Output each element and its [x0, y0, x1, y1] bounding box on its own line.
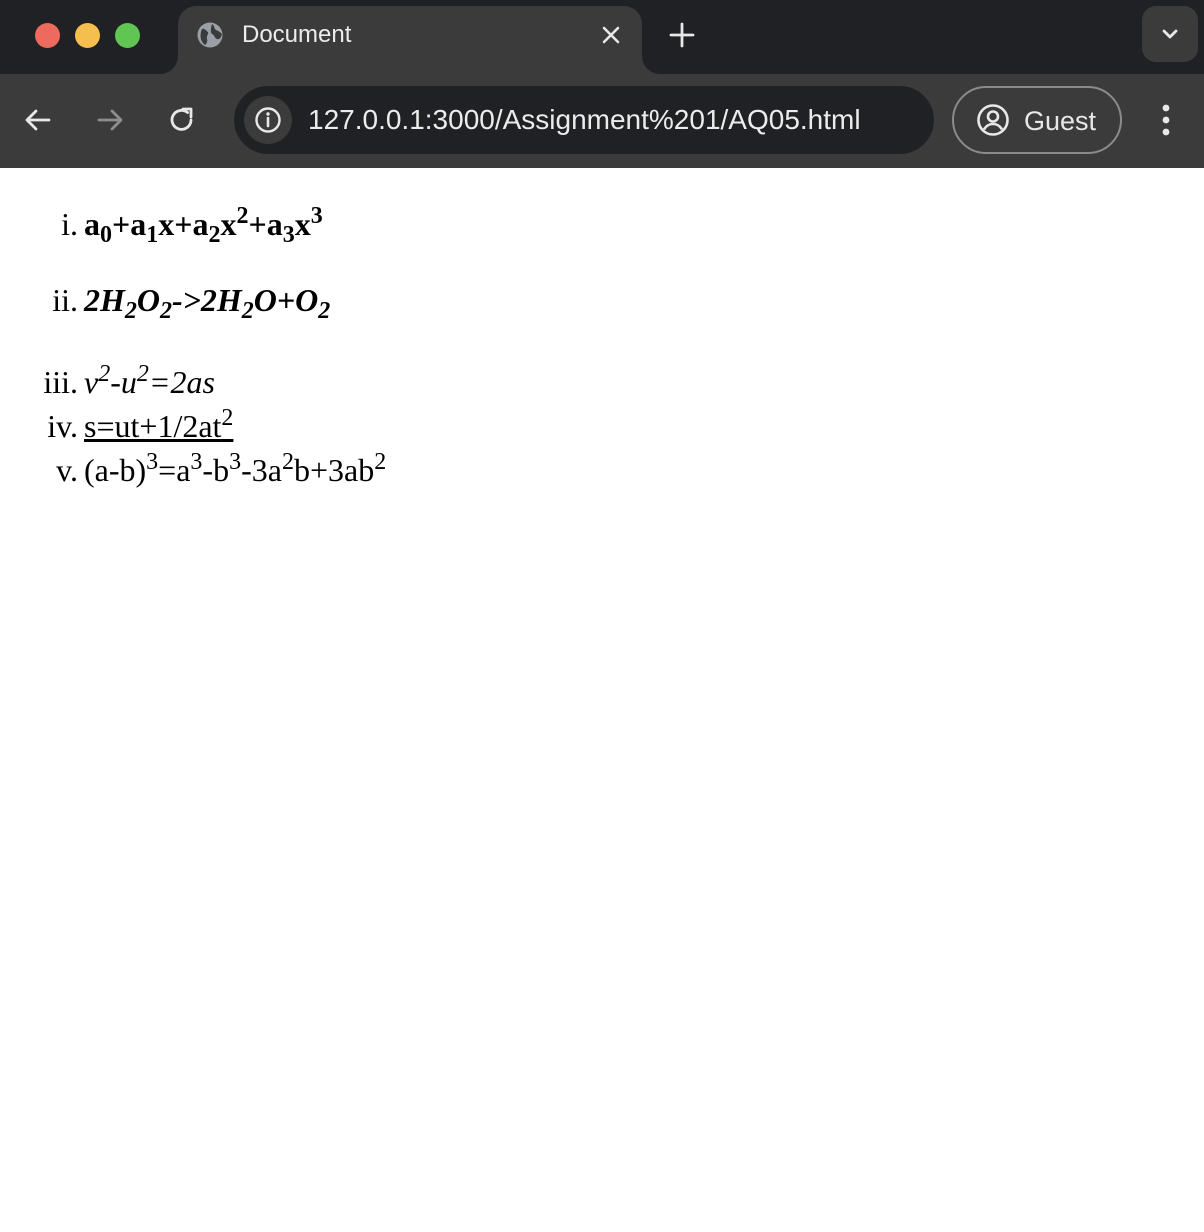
subscript: 2 [124, 298, 137, 325]
tab-title: Document [242, 21, 352, 48]
formula-text: 2H [84, 282, 125, 318]
superscript: 3 [190, 449, 203, 475]
superscript: 2 [221, 405, 234, 431]
superscript: 2 [281, 449, 294, 475]
forward-arrow-icon[interactable] [88, 98, 132, 142]
subscript: 2 [160, 298, 172, 325]
formula-text: -b [202, 452, 230, 488]
formula-text: x [220, 206, 237, 242]
formula-text: a [84, 206, 100, 242]
formula-expression: (a-b)3=a3-b3-3a2b+3ab2 [84, 449, 387, 488]
subscript: 0 [100, 222, 112, 249]
subscript: 2 [241, 298, 254, 325]
formula-expression: a0+a1x+a2x2+a3x3 [84, 203, 323, 247]
profile-button[interactable]: Guest [952, 86, 1122, 154]
formula-expression: s=ut+1/2at2 [84, 405, 234, 444]
profile-label: Guest [1024, 106, 1097, 136]
formula-text: +a [112, 206, 147, 242]
list-item: v. (a-b)3=a3-b3-3a2b+3ab2 [0, 449, 387, 488]
close-window-button[interactable] [35, 23, 60, 48]
formula-text: v [84, 364, 99, 400]
site-info-icon[interactable] [244, 96, 292, 144]
globe-icon [196, 21, 224, 49]
close-tab-icon[interactable] [596, 20, 626, 50]
superscript: 2 [136, 361, 149, 387]
subscript: 1 [146, 222, 159, 249]
maximize-window-button[interactable] [115, 23, 140, 48]
formula-text: O [136, 282, 160, 318]
list-item: iii. v2-u2=2as [0, 361, 215, 400]
formula-text: b+3ab [293, 452, 375, 488]
formula-text: ->2H [172, 282, 242, 318]
formula-text: x [294, 206, 311, 242]
formula-text: O+O [253, 282, 319, 318]
tab-strip: Document [0, 0, 1204, 74]
formula-text: =2as [148, 364, 215, 400]
formula-text: -3a [241, 452, 282, 488]
list-marker: v. [56, 452, 78, 488]
list-item: iv. s=ut+1/2at2 [0, 405, 234, 444]
subscript: 2 [318, 298, 331, 325]
formula-text: s=ut+1/2at [84, 408, 222, 444]
list-marker: ii. [52, 282, 78, 318]
superscript: 2 [236, 203, 249, 229]
formula-text: (a-b) [84, 452, 147, 488]
url-text[interactable]: 127.0.0.1:3000/Assignment%201/AQ05.html [308, 103, 861, 137]
list-marker: iii. [43, 364, 78, 400]
formula-text: =a [158, 452, 191, 488]
page-content: i. a0+a1x+a2x2+a3x3 ii. 2H2O2->2H2O+O2 iii… [0, 168, 1204, 1232]
superscript: 3 [229, 449, 242, 475]
back-arrow-icon[interactable] [16, 98, 60, 142]
formula-expression: v2-u2=2as [84, 361, 215, 400]
superscript: 3 [146, 449, 159, 475]
new-tab-plus-icon[interactable] [664, 17, 700, 53]
tab-search-chevron-down-icon[interactable] [1142, 6, 1198, 62]
list-item: ii. 2H2O2->2H2O+O2 [0, 282, 330, 323]
address-bar[interactable]: 127.0.0.1:3000/Assignment%201/AQ05.html [234, 86, 934, 154]
formula-text: x+a [158, 206, 209, 242]
browser-toolbar: 127.0.0.1:3000/Assignment%201/AQ05.html … [0, 74, 1204, 168]
subscript: 2 [208, 222, 221, 249]
list-marker: iv. [47, 408, 78, 444]
more-vert-menu-icon[interactable] [1144, 98, 1188, 142]
list-item: i. a0+a1x+a2x2+a3x3 [0, 203, 323, 247]
formula-text: +a [248, 206, 283, 242]
formula-text: -u [110, 364, 137, 400]
superscript: 2 [374, 449, 387, 475]
list-marker: i. [61, 206, 78, 242]
browser-tab-active[interactable]: Document [178, 6, 642, 74]
formula-expression: 2H2O2->2H2O+O2 [84, 282, 330, 323]
reload-icon[interactable] [160, 98, 204, 142]
subscript: 3 [282, 222, 295, 249]
superscript: 3 [310, 203, 323, 229]
account-circle-icon [976, 103, 1010, 137]
browser-window-chrome: Document 127.0.0.1:3000/Assignment%201/A… [0, 0, 1204, 168]
minimize-window-button[interactable] [75, 23, 100, 48]
superscript: 2 [98, 361, 111, 387]
